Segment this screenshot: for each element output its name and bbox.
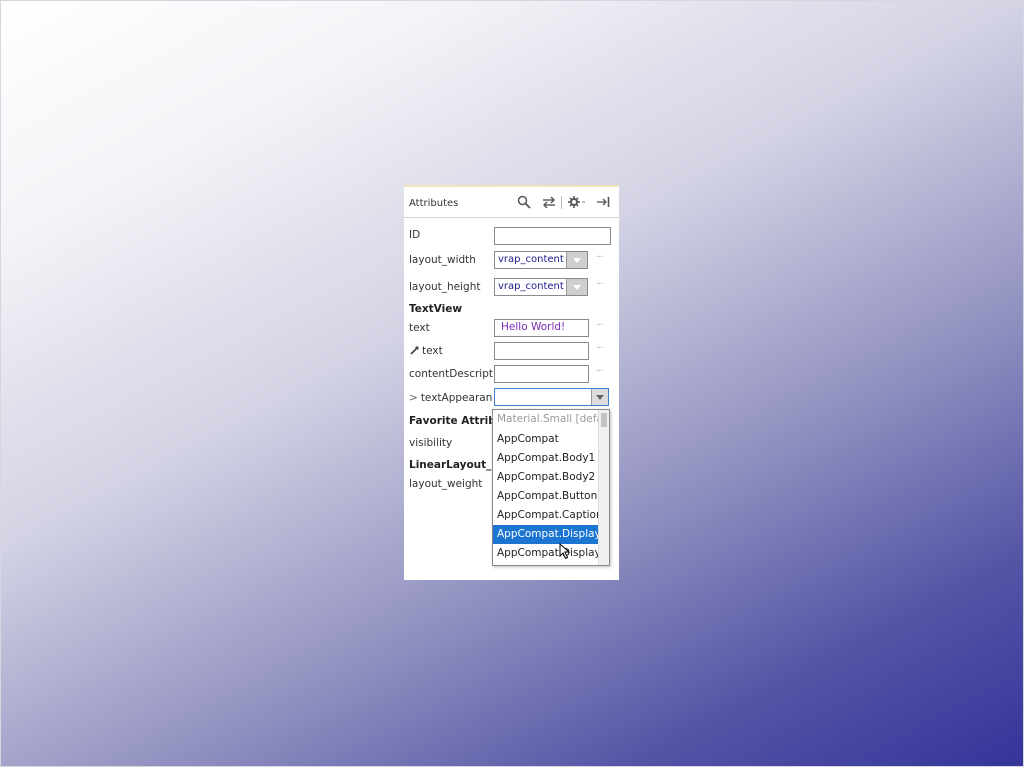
pin-icon[interactable] — [595, 194, 611, 210]
layout-height-more[interactable]: ··· — [596, 279, 603, 290]
visibility-label: visibility — [409, 437, 453, 449]
chevron-down-icon[interactable] — [566, 252, 587, 268]
id-input[interactable] — [494, 227, 611, 245]
tools-text-input[interactable] — [494, 342, 589, 360]
gear-icon[interactable] — [567, 194, 587, 210]
content-description-label: contentDescript — [409, 368, 494, 380]
panel-title: Attributes — [409, 198, 459, 209]
tools-text-label: text — [410, 345, 443, 357]
dropdown-item[interactable]: Material.Small [defau — [493, 410, 599, 429]
attributes-panel: Attributes ID layout_width vrap_content … — [404, 185, 619, 580]
dropdown-item[interactable]: AppCompat — [493, 430, 599, 449]
dropdown-item[interactable]: AppCompat.Body1 — [493, 449, 599, 468]
section-textview: TextView — [409, 303, 463, 315]
content-description-input[interactable] — [494, 365, 589, 383]
dropdown-scrollbar[interactable] — [598, 410, 609, 565]
text-appearance-label[interactable]: > textAppearan — [409, 392, 492, 404]
swap-icon[interactable] — [541, 194, 557, 210]
dropdown-item[interactable]: AppCompat.Display2 — [493, 544, 599, 563]
dropdown-item[interactable]: AppCompat.Caption — [493, 506, 599, 525]
panel-header: Attributes — [404, 187, 619, 218]
content-description-more[interactable]: ··· — [596, 366, 603, 377]
section-favorite-attributes: Favorite Attribu — [409, 415, 504, 427]
expand-arrow-icon[interactable]: > — [409, 392, 418, 404]
dropdown-item[interactable]: AppCompat.Body2 — [493, 468, 599, 487]
text-label: text — [409, 322, 430, 334]
text-input[interactable]: Hello World! — [494, 319, 589, 337]
scrollbar-thumb[interactable] — [601, 413, 607, 427]
layout-height-label: layout_height — [409, 281, 481, 293]
layout-width-more[interactable]: ··· — [596, 252, 603, 263]
search-icon[interactable] — [516, 194, 532, 210]
text-more[interactable]: ··· — [596, 320, 603, 331]
tools-text-more[interactable]: ··· — [596, 343, 603, 354]
layout-width-label: layout_width — [409, 254, 476, 266]
wrench-icon — [410, 346, 419, 355]
text-value: Hello World! — [501, 321, 566, 333]
toolbar-separator — [561, 196, 562, 209]
id-label: ID — [409, 229, 421, 241]
layout-width-value: vrap_content — [498, 254, 564, 265]
chevron-down-icon[interactable] — [566, 279, 587, 295]
layout-weight-label: layout_weight — [409, 478, 483, 490]
text-appearance-combo[interactable] — [494, 388, 609, 406]
layout-height-value: vrap_content — [498, 281, 564, 292]
mouse-cursor-icon — [559, 543, 571, 560]
dropdown-item[interactable]: AppCompat.Button — [493, 487, 599, 506]
layout-width-combo[interactable]: vrap_content — [494, 251, 588, 269]
layout-height-combo[interactable]: vrap_content — [494, 278, 588, 296]
chevron-down-icon[interactable] — [591, 389, 608, 405]
dropdown-item-selected[interactable]: AppCompat.Display — [493, 525, 599, 544]
text-appearance-dropdown: Material.Small [defau AppCompat AppCompa… — [492, 409, 610, 566]
